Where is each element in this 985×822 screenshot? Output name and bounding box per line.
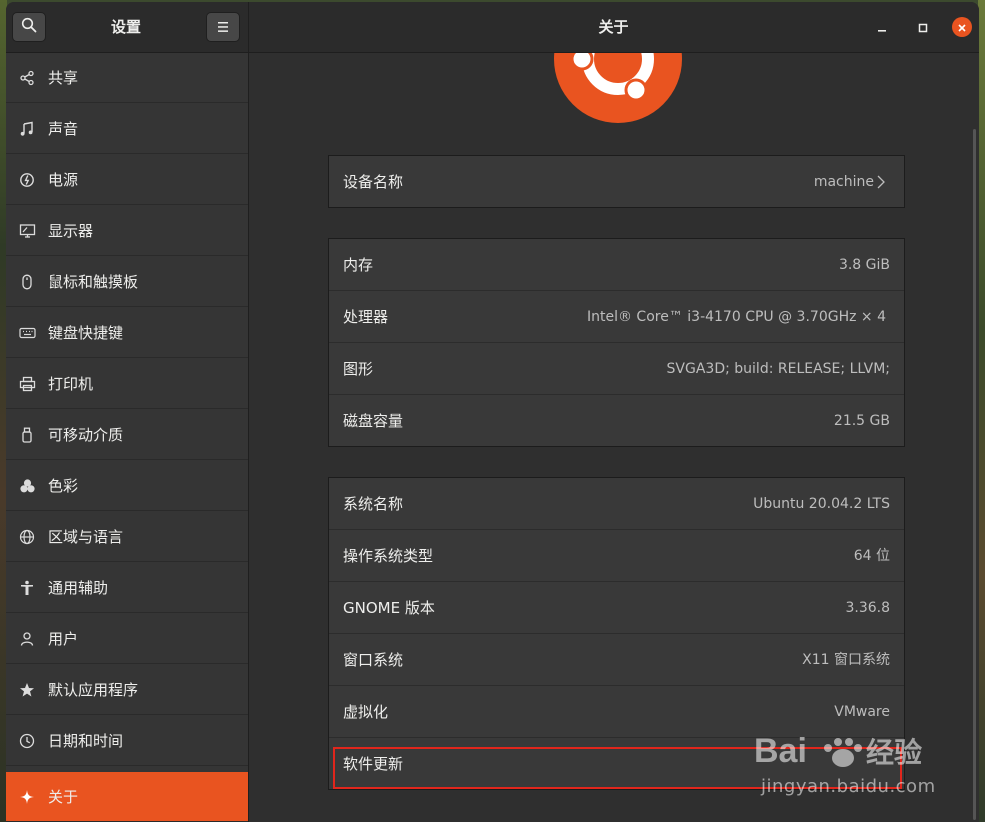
header-sidebar-section: 设置 xyxy=(6,2,249,52)
maximize-icon xyxy=(918,18,928,37)
settings-title: 设置 xyxy=(110,18,141,36)
row-label: GNOME 版本 xyxy=(343,599,435,617)
windowing-system-row: 窗口系统 X11 窗口系统 xyxy=(329,634,904,686)
menu-button[interactable] xyxy=(206,12,240,42)
sidebar-item-label: 键盘快捷键 xyxy=(48,324,124,342)
sidebar-item-label: 可移动介质 xyxy=(48,426,124,444)
accessibility-icon xyxy=(18,579,36,597)
sidebar-item-about[interactable]: 关于 xyxy=(6,772,248,822)
printer-icon xyxy=(18,375,36,393)
row-label: 内存 xyxy=(343,256,374,274)
svg-text:Bai: Bai xyxy=(754,732,807,770)
row-value: Intel® Core™ i3-4170 CPU @ 3.70GHz × 4 xyxy=(586,309,886,325)
row-label: 虚拟化 xyxy=(343,703,389,721)
close-button[interactable] xyxy=(952,17,972,37)
sidebar-item-label: 显示器 xyxy=(48,222,94,240)
removable-media-icon xyxy=(18,426,36,444)
row-label: 设备名称 xyxy=(343,173,404,191)
sidebar-item-accessibility[interactable]: 通用辅助 xyxy=(6,563,248,613)
row-value: 3.36.8 xyxy=(845,600,890,616)
maximize-button[interactable] xyxy=(913,17,933,37)
power-icon xyxy=(18,171,36,189)
device-name-row[interactable]: 设备名称 machine xyxy=(329,156,904,208)
ubuntu-logo xyxy=(554,53,682,123)
row-label: 磁盘容量 xyxy=(343,412,404,430)
about-panel: 设备名称 machine 内存 3.8 GiB 处理器 Intel® Core™… xyxy=(249,53,979,822)
share-icon xyxy=(18,69,36,87)
sidebar-item-label: 默认应用程序 xyxy=(48,681,139,699)
page-title: 关于 xyxy=(598,18,629,36)
disk-capacity-row: 磁盘容量 21.5 GB xyxy=(329,395,904,447)
device-name-value: machine xyxy=(813,174,874,190)
sidebar-item-power[interactable]: 电源 xyxy=(6,155,248,205)
sidebar-item-label: 日期和时间 xyxy=(48,732,124,750)
device-name-group: 设备名称 machine xyxy=(328,155,905,208)
row-value: 3.8 GiB xyxy=(838,257,890,273)
sidebar-item-label: 鼠标和触摸板 xyxy=(48,273,139,291)
processor-row: 处理器 Intel® Core™ i3-4170 CPU @ 3.70GHz ×… xyxy=(329,291,904,343)
minimize-icon xyxy=(877,18,887,37)
os-name-row: 系统名称 Ubuntu 20.04.2 LTS xyxy=(329,478,904,530)
chevron-right-icon xyxy=(874,173,888,191)
sidebar-item-label: 共享 xyxy=(48,69,79,87)
sidebar-item-label: 电源 xyxy=(48,171,79,189)
user-icon xyxy=(18,630,36,648)
sidebar-item-label: 打印机 xyxy=(48,375,94,393)
globe-icon xyxy=(18,528,36,546)
hamburger-menu-icon xyxy=(216,18,230,37)
sidebar-item-printers[interactable]: 打印机 xyxy=(6,359,248,409)
row-value: X11 窗口系统 xyxy=(802,652,890,668)
sidebar-item-users[interactable]: 用户 xyxy=(6,614,248,664)
desktop-background-right xyxy=(978,0,985,822)
sidebar-item-keyboard-shortcuts[interactable]: 键盘快捷键 xyxy=(6,308,248,358)
display-icon xyxy=(18,222,36,240)
sidebar-item-label: 通用辅助 xyxy=(48,579,109,597)
graphics-row: 图形 SVGA3D; build: RELEASE; LLVM; xyxy=(329,343,904,395)
row-value: 21.5 GB xyxy=(833,413,890,429)
sidebar-item-label: 用户 xyxy=(48,630,79,648)
sidebar-item-mouse-touchpad[interactable]: 鼠标和触摸板 xyxy=(6,257,248,307)
clock-icon xyxy=(18,732,36,750)
music-note-icon xyxy=(18,120,36,138)
color-icon xyxy=(18,477,36,495)
close-icon xyxy=(957,18,967,37)
row-label: 图形 xyxy=(343,360,374,378)
row-label: 窗口系统 xyxy=(343,651,404,669)
keyboard-icon xyxy=(18,324,36,342)
row-label: 操作系统类型 xyxy=(343,547,434,565)
scrollbar[interactable] xyxy=(973,129,976,820)
svg-text:经验: 经验 xyxy=(866,736,922,769)
sidebar-item-label: 关于 xyxy=(48,788,79,806)
sidebar-item-sound[interactable]: 声音 xyxy=(6,104,248,154)
sidebar-item-date-time[interactable]: 日期和时间 xyxy=(6,716,248,766)
search-button[interactable] xyxy=(12,12,46,42)
star-icon xyxy=(18,681,36,699)
hardware-group: 内存 3.8 GiB 处理器 Intel® Core™ i3-4170 CPU … xyxy=(328,238,905,447)
row-value: Ubuntu 20.04.2 LTS xyxy=(753,496,890,512)
mouse-icon xyxy=(18,273,36,291)
header-bar: 设置 关于 xyxy=(6,2,979,53)
row-value: SVGA3D; build: RELEASE; LLVM; xyxy=(666,361,890,377)
search-icon xyxy=(21,17,37,37)
sidebar-item-displays[interactable]: 显示器 xyxy=(6,206,248,256)
settings-window: 设置 关于 共享 声音 电源 显示器 鼠标和触摸板 键盘快捷键 打印机 可移动介… xyxy=(6,2,979,822)
sidebar-item-label: 声音 xyxy=(48,120,79,138)
minimize-button[interactable] xyxy=(872,17,892,37)
sidebar-item-label: 区域与语言 xyxy=(48,528,124,546)
sidebar-item-label: 色彩 xyxy=(48,477,79,495)
sparkle-icon xyxy=(18,788,36,806)
gnome-version-row: GNOME 版本 3.36.8 xyxy=(329,582,904,634)
sidebar-item-removable-media[interactable]: 可移动介质 xyxy=(6,410,248,460)
watermark-url: jingyan.baidu.com xyxy=(761,776,936,797)
row-value: 64 位 xyxy=(853,548,890,564)
sidebar: 共享 声音 电源 显示器 鼠标和触摸板 键盘快捷键 打印机 可移动介质 色彩 区… xyxy=(6,53,249,822)
row-label: 系统名称 xyxy=(343,495,404,513)
sidebar-item-region-language[interactable]: 区域与语言 xyxy=(6,512,248,562)
sidebar-item-default-applications[interactable]: 默认应用程序 xyxy=(6,665,248,715)
sidebar-item-sharing[interactable]: 共享 xyxy=(6,53,248,103)
sidebar-item-color[interactable]: 色彩 xyxy=(6,461,248,511)
row-label: 处理器 xyxy=(343,308,389,326)
memory-row: 内存 3.8 GiB xyxy=(329,239,904,291)
os-type-row: 操作系统类型 64 位 xyxy=(329,530,904,582)
